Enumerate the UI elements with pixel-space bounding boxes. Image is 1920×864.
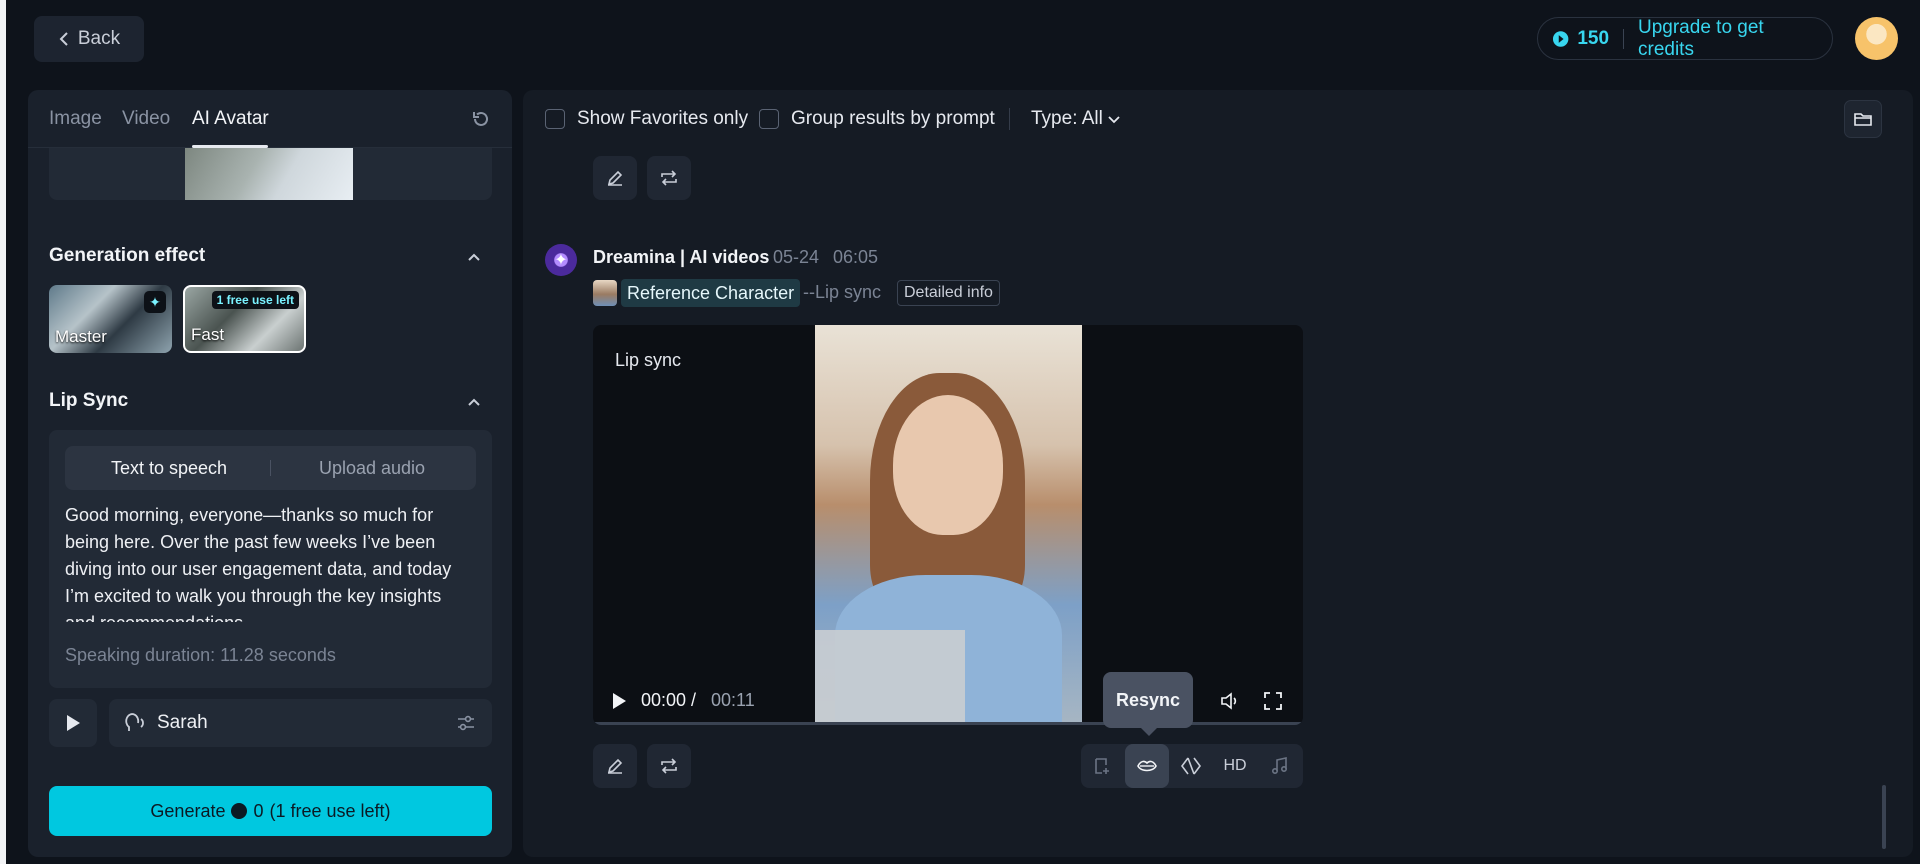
free-use-badge: 1 free use left: [211, 291, 299, 309]
user-avatar[interactable]: [1855, 17, 1898, 60]
upload-audio-button[interactable]: Upload audio: [272, 450, 472, 486]
effect-option-fast[interactable]: 1 free use left Fast: [183, 285, 306, 353]
pencil-icon: [607, 758, 623, 774]
voice-selector[interactable]: Sarah: [109, 699, 492, 747]
folder-icon: [1854, 113, 1872, 126]
reference-character-chip[interactable]: Reference Character: [621, 279, 801, 307]
generation-effect-title: Generation effect: [49, 245, 206, 266]
regenerate-button[interactable]: [647, 744, 691, 788]
reference-image-thumbnail: [185, 148, 353, 200]
time-current: 00:00 /: [641, 690, 697, 710]
generate-button[interactable]: Generate 0 (1 free use left): [49, 786, 492, 836]
reference-image-card[interactable]: [49, 148, 492, 200]
music-note-icon: [1271, 757, 1288, 775]
resync-button[interactable]: [1125, 744, 1169, 788]
back-button[interactable]: Back: [34, 16, 144, 62]
chevron-up-icon[interactable]: [466, 394, 482, 410]
mode-tag: --Lip sync: [803, 282, 882, 302]
extend-icon: [1095, 758, 1109, 774]
chevron-down-icon: [1108, 116, 1120, 124]
edit-button[interactable]: [593, 744, 637, 788]
reference-character-thumbnail: [593, 280, 617, 306]
result-date: 05-24: [773, 247, 820, 267]
hd-upscale-button[interactable]: HD: [1213, 744, 1257, 788]
window-edge: [0, 0, 6, 864]
group-label[interactable]: Group results by prompt: [791, 108, 995, 130]
play-icon[interactable]: [611, 692, 627, 710]
extend-video-button[interactable]: [1081, 744, 1125, 788]
favorites-label[interactable]: Show Favorites only: [577, 108, 748, 130]
video-player[interactable]: Lip sync 00:00 / 00:11: [593, 325, 1303, 725]
video-frame: [815, 325, 1082, 725]
edit-button[interactable]: [593, 156, 637, 200]
mode-tabs: Image Video AI Avatar: [28, 90, 512, 148]
filter-bar: Show Favorites only Group results by pro…: [523, 90, 1913, 148]
results-panel: Show Favorites only Group results by pro…: [523, 90, 1913, 857]
video-progress-bar[interactable]: [593, 722, 1303, 725]
generate-note: (1 free use left): [269, 800, 391, 821]
add-music-button[interactable]: [1257, 744, 1301, 788]
repeat-icon: [661, 170, 677, 186]
upgrade-link[interactable]: Upgrade to get credits: [1638, 17, 1818, 61]
video-label: Lip sync: [615, 350, 682, 370]
diamond-icon: [1181, 757, 1201, 775]
type-filter-dropdown[interactable]: Type: All: [1031, 108, 1120, 130]
filter-divider: [1009, 108, 1010, 130]
detailed-info-button[interactable]: Detailed info: [897, 280, 1000, 306]
effect-label-fast: Fast: [191, 325, 225, 344]
play-icon: [67, 715, 80, 731]
dreamina-logo-icon: ✦: [545, 244, 577, 276]
sparkle-icon: ✦: [144, 291, 166, 313]
result-title: Dreamina | AI videos: [593, 247, 770, 267]
top-bar: Back 150 Upgrade to get credits: [6, 0, 1920, 78]
group-checkbox[interactable]: [759, 109, 779, 129]
video-controls: 00:00 / 00:11: [593, 680, 1303, 722]
left-panel: Image Video AI Avatar Generation effect …: [28, 90, 512, 857]
speaking-duration: Speaking duration: 11.28 seconds: [65, 645, 336, 665]
fullscreen-icon[interactable]: [1263, 691, 1283, 711]
regenerate-button[interactable]: [647, 156, 691, 200]
credits-divider: [1623, 28, 1624, 49]
credits-widget[interactable]: 150 Upgrade to get credits: [1537, 17, 1833, 60]
effect-option-master[interactable]: ✦ Master: [49, 285, 172, 353]
resync-tooltip: Resync: [1103, 672, 1193, 736]
lip-sync-box: Text to speech Upload audio Good morning…: [49, 430, 492, 688]
generate-cost: 0: [253, 800, 264, 821]
interpolate-button[interactable]: [1169, 744, 1213, 788]
preview-play-button[interactable]: [49, 699, 97, 747]
result-tools: HD: [1081, 744, 1303, 788]
back-label: Back: [77, 28, 121, 49]
voice-icon: [125, 713, 144, 731]
results-scrollbar[interactable]: [1882, 785, 1886, 849]
favorites-checkbox[interactable]: [545, 109, 565, 129]
effect-label-master: Master: [55, 327, 107, 346]
credit-coin-icon: [231, 803, 248, 819]
lip-sync-mode-toggle: Text to speech Upload audio: [65, 446, 476, 490]
volume-icon[interactable]: [1220, 691, 1240, 711]
speech-script-textarea[interactable]: Good morning, everyone—thanks so much fo…: [65, 502, 476, 622]
pencil-icon: [607, 170, 623, 186]
settings-sliders-icon[interactable]: [456, 713, 476, 733]
segment-divider: [270, 460, 271, 476]
lip-sync-title: Lip Sync: [49, 390, 129, 411]
tab-ai-avatar[interactable]: AI Avatar: [192, 108, 269, 130]
credit-coin-icon: [1552, 30, 1569, 47]
hd-label: HD: [1223, 757, 1247, 774]
avatar-face: [893, 395, 1003, 535]
credits-count: 150: [1577, 27, 1610, 49]
tab-image[interactable]: Image: [49, 108, 102, 130]
tab-video[interactable]: Video: [122, 108, 170, 130]
refresh-icon[interactable]: [470, 108, 492, 130]
generate-label: Generate: [150, 800, 226, 821]
time-total: 00:11: [711, 690, 755, 710]
chevron-up-icon[interactable]: [466, 249, 482, 265]
result-time: 06:05: [833, 247, 879, 267]
text-to-speech-button[interactable]: Text to speech: [69, 450, 269, 486]
repeat-icon: [661, 758, 677, 774]
chevron-left-icon: [59, 32, 68, 46]
folder-button[interactable]: [1844, 100, 1882, 138]
lips-icon: [1137, 760, 1157, 772]
voice-name: Sarah: [157, 712, 208, 733]
type-filter-label: Type: All: [1031, 108, 1103, 129]
